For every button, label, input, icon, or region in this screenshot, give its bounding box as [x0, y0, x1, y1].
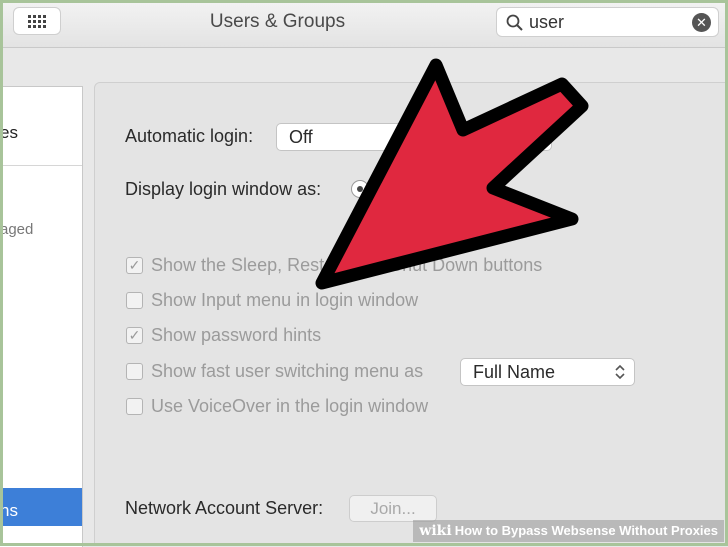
watermark-brand: wiki [419, 523, 452, 539]
red-arrow-annotation [315, 58, 589, 290]
watermark-title: How to Bypass Websense Without Proxies [454, 523, 718, 538]
arrow-shape [315, 58, 589, 290]
watermark: wiki How to Bypass Websense Without Proxi… [413, 520, 724, 542]
